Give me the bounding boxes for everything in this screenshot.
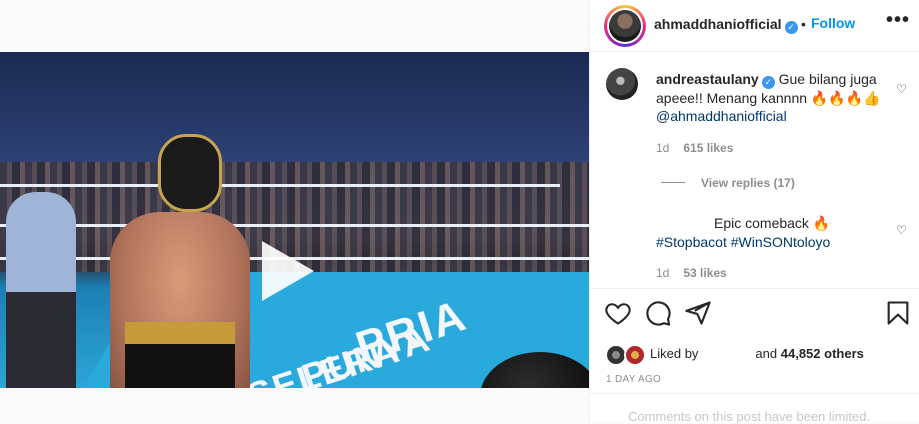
bookmark-icon[interactable] xyxy=(884,299,912,327)
verified-icon: ✓ xyxy=(784,21,798,34)
comment-time: 1d xyxy=(656,141,670,155)
post-header: ahmaddhaniofficial ✓ • Follow ••• xyxy=(590,0,919,52)
author-username[interactable]: ahmaddhaniofficial xyxy=(654,16,782,32)
comment-likes[interactable]: 615 likes xyxy=(683,141,733,155)
commenter-avatar[interactable] xyxy=(606,68,638,100)
share-icon[interactable] xyxy=(684,299,712,327)
comment-text: Epic comeback 🔥 xyxy=(714,215,831,231)
action-bar xyxy=(590,288,919,338)
like-heart-icon[interactable] xyxy=(604,299,632,327)
likes-count[interactable]: 44,852 others xyxy=(781,346,864,361)
post-video[interactable]: PRIA PUNYA SELERA 🔇 xyxy=(0,52,589,388)
follow-button[interactable]: Follow xyxy=(811,15,855,31)
comment-likes[interactable]: 53 likes xyxy=(683,266,726,280)
comment-body: Epic comeback 🔥 #Stopbacot #WinSONtoloyo xyxy=(656,214,886,252)
media-panel: PRIA PUNYA SELERA 🔇 xyxy=(0,0,589,423)
comment-time: 1d xyxy=(656,266,670,280)
comments-list: andreastaulany ✓ Gue bilang juga apeee!! … xyxy=(590,52,919,288)
comment-mention[interactable]: @ahmaddhaniofficial xyxy=(656,108,787,124)
author-avatar[interactable] xyxy=(604,5,646,47)
comments-limited-notice: Comments on this post have been limited. xyxy=(628,409,871,424)
ring-rope xyxy=(0,184,560,187)
comment-meta: 1d 53 likes xyxy=(656,266,727,280)
comment-username[interactable]: andreastaulany xyxy=(656,71,759,87)
replies-divider xyxy=(661,182,685,183)
comment-like-heart-icon[interactable]: ♡ xyxy=(896,223,907,237)
liked-by-middle: and xyxy=(755,346,778,361)
view-replies-button[interactable]: View replies (17) xyxy=(701,176,795,190)
comment-icon[interactable] xyxy=(644,299,672,327)
avatar-image xyxy=(609,10,641,42)
post-sidebar: ahmaddhaniofficial ✓ • Follow ••• andreas… xyxy=(589,0,919,424)
comment-body: andreastaulany ✓ Gue bilang juga apeee!! … xyxy=(656,70,884,125)
separator-dot: • xyxy=(801,16,806,32)
more-options-icon[interactable]: ••• xyxy=(886,9,910,32)
boxer-headgear xyxy=(158,134,222,212)
liker-avatar[interactable] xyxy=(624,344,646,366)
comment-like-heart-icon[interactable]: ♡ xyxy=(896,82,907,96)
verified-icon: ✓ xyxy=(761,76,775,89)
liked-by-prefix: Liked by xyxy=(650,346,699,361)
comment-hashtags[interactable]: #Stopbacot #WinSONtoloyo xyxy=(656,234,830,250)
referee-figure xyxy=(6,192,76,388)
play-icon[interactable] xyxy=(262,241,314,301)
post-date[interactable]: 1 DAY AGO xyxy=(606,374,661,385)
ring-rope xyxy=(0,224,589,227)
boxer-trunks xyxy=(125,322,235,388)
comment-meta: 1d 615 likes xyxy=(656,141,733,155)
liked-by-summary: Liked by and 44,852 others xyxy=(650,346,864,361)
